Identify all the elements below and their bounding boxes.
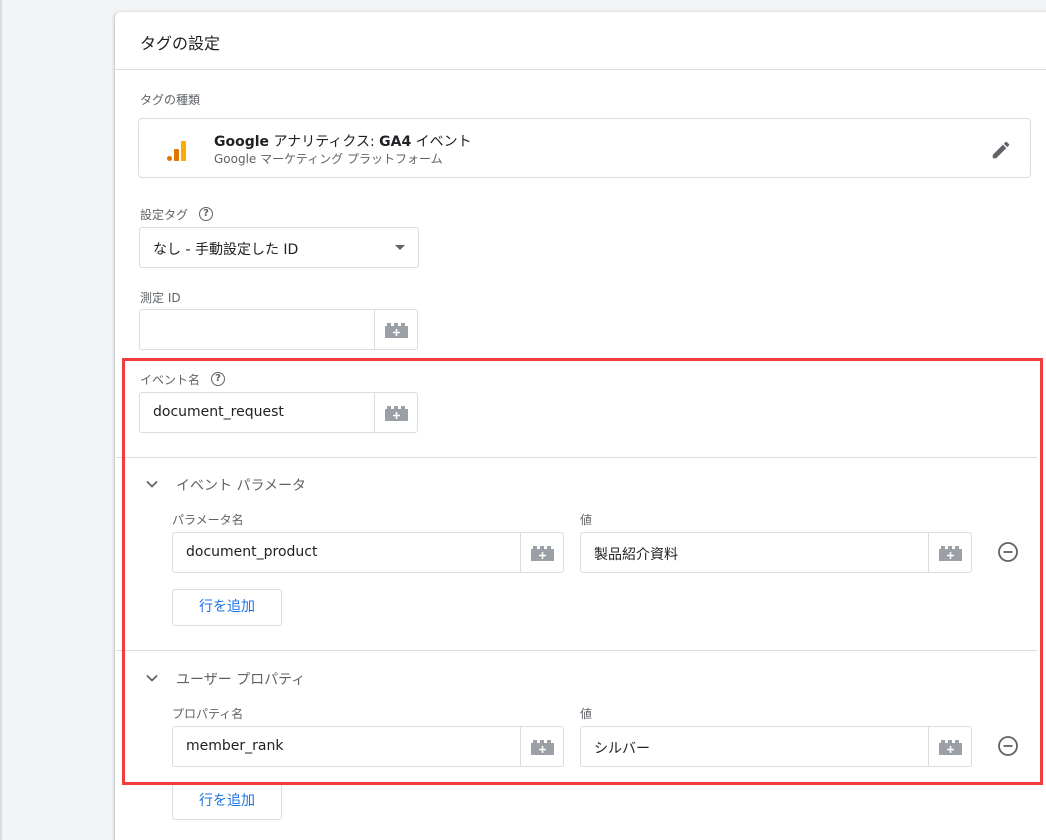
config-tag-select[interactable]: なし - 手動設定した ID	[139, 227, 419, 268]
config-tag-label: 設定タグ	[140, 208, 189, 222]
left-edge	[0, 0, 2, 840]
param-value-header: 値	[580, 513, 593, 527]
prop-value-field[interactable]: シルバー	[580, 726, 972, 767]
panel-title: タグの設定	[115, 12, 1046, 70]
add-variable-icon	[531, 740, 554, 755]
question-circle-icon[interactable]: ?	[211, 372, 225, 386]
prop-name-input[interactable]: member_rank	[173, 727, 520, 766]
dropdown-arrow-icon	[395, 245, 405, 250]
user-props-section-title[interactable]: ユーザー プロパティ	[176, 669, 305, 689]
variable-picker-button[interactable]	[374, 310, 417, 349]
pencil-icon[interactable]	[990, 139, 1012, 161]
add-variable-icon	[939, 740, 962, 755]
variable-picker-button[interactable]	[928, 533, 971, 572]
variable-picker-button[interactable]	[520, 727, 563, 766]
param-name-header: パラメータ名	[172, 513, 244, 527]
param-value-field[interactable]: 製品紹介資料	[580, 532, 972, 573]
section-divider	[116, 650, 1037, 651]
remove-row-icon[interactable]	[997, 541, 1019, 563]
add-variable-icon	[385, 406, 408, 421]
google-analytics-logo	[167, 139, 187, 161]
add-variable-icon	[939, 546, 962, 561]
event-name-input[interactable]: document_request	[140, 393, 374, 432]
tag-type-name: Google アナリティクス: GA4 イベント	[214, 134, 472, 150]
event-name-label: イベント名	[140, 373, 201, 387]
section-divider	[116, 457, 1037, 458]
measurement-id-label: 測定 ID	[140, 291, 181, 305]
remove-row-icon[interactable]	[997, 735, 1019, 757]
measurement-id-field[interactable]	[139, 309, 418, 350]
add-param-row-button[interactable]: 行を追加	[172, 589, 282, 626]
prop-value-input[interactable]: シルバー	[581, 727, 928, 766]
variable-picker-button[interactable]	[374, 393, 417, 432]
param-name-input[interactable]: document_product	[173, 533, 520, 572]
chevron-down-icon[interactable]	[145, 477, 159, 491]
config-tag-selected: なし - 手動設定した ID	[153, 242, 299, 258]
question-circle-icon[interactable]: ?	[199, 207, 213, 221]
measurement-id-input[interactable]	[140, 310, 374, 349]
prop-name-header: プロパティ名	[172, 707, 244, 721]
chevron-down-icon[interactable]	[145, 671, 159, 685]
tag-type-card[interactable]: Google アナリティクス: GA4 イベント Google マーケティング …	[138, 118, 1031, 178]
prop-value-header: 値	[580, 707, 593, 721]
event-params-section-title[interactable]: イベント パラメータ	[176, 475, 306, 495]
variable-picker-button[interactable]	[520, 533, 563, 572]
prop-name-field[interactable]: member_rank	[172, 726, 564, 767]
tag-type-platform: Google マーケティング プラットフォーム	[214, 152, 443, 166]
tag-config-panel: タグの設定 タグの種類 Google アナリティクス: GA4 イベント Goo…	[115, 12, 1046, 840]
add-variable-icon	[531, 546, 554, 561]
tag-type-label: タグの種類	[140, 93, 201, 107]
event-name-field[interactable]: document_request	[139, 392, 418, 433]
variable-picker-button[interactable]	[928, 727, 971, 766]
add-variable-icon	[385, 323, 408, 338]
param-name-field[interactable]: document_product	[172, 532, 564, 573]
param-value-input[interactable]: 製品紹介資料	[581, 533, 928, 572]
add-prop-row-button[interactable]: 行を追加	[172, 783, 282, 820]
